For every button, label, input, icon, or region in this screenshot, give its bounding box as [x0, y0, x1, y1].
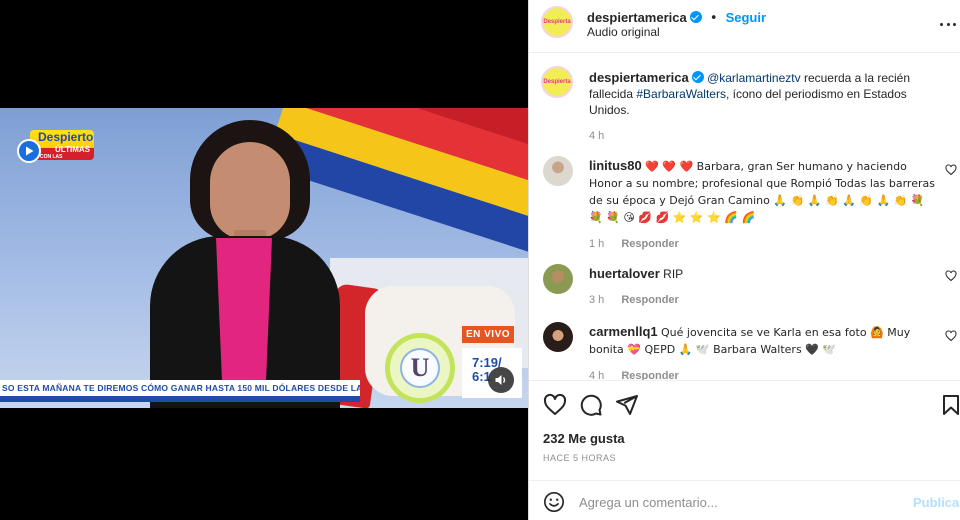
header-username[interactable]: despiertamerica	[587, 10, 687, 25]
comment-meta: 1 h Responder	[589, 236, 939, 252]
reply-button[interactable]: Responder	[621, 294, 678, 306]
network-logo-letter: U	[400, 348, 440, 388]
comment-time: 4 h	[589, 370, 605, 380]
comment-username[interactable]: carmenllq1	[589, 324, 658, 339]
show-logo-small: CON LAS	[40, 154, 63, 160]
presenter	[150, 118, 350, 408]
comment-body: huertalover RIP 3 h Responder	[589, 266, 939, 308]
comment-input[interactable]	[579, 491, 899, 513]
comment-composer: Publicar	[529, 480, 960, 520]
video-player[interactable]: Despierto CON LAS ÚLTIMAS U EN VIVO 7:19…	[0, 0, 528, 520]
network-logo: U	[385, 333, 455, 403]
post-modal: Despierto CON LAS ÚLTIMAS U EN VIVO 7:19…	[0, 0, 960, 520]
reply-button[interactable]: Responder	[621, 370, 678, 380]
verified-badge-icon	[689, 11, 702, 23]
comment-text: RIP	[663, 267, 684, 281]
presenter-blouse	[216, 238, 272, 398]
caption-hashtag[interactable]: #BarbaraWalters	[636, 87, 726, 101]
account-avatar[interactable]: Despierta	[541, 6, 573, 38]
comments-list[interactable]: Despierta despiertamerica @karlamartinez…	[529, 54, 960, 380]
audio-label[interactable]: Audio original	[587, 25, 660, 39]
reply-button[interactable]: Responder	[621, 238, 678, 250]
news-ticker-bar	[0, 396, 360, 402]
comment-meta: 3 h Responder	[589, 292, 939, 308]
comment-bubble-icon[interactable]	[579, 393, 603, 417]
caption-body: despiertamerica @karlamartineztv recuerd…	[589, 70, 929, 144]
share-send-icon[interactable]	[615, 393, 639, 417]
play-icon	[26, 146, 34, 156]
caption-mention[interactable]: @karlamartineztv	[707, 71, 801, 85]
mute-button[interactable]	[488, 367, 514, 393]
likes-count[interactable]: 232 Me gusta	[543, 431, 625, 446]
follow-button[interactable]: Seguir	[726, 10, 766, 25]
like-comment-heart-icon[interactable]	[945, 270, 957, 282]
caption-username[interactable]: despiertamerica	[589, 70, 689, 85]
emoji-smile-icon[interactable]	[543, 491, 565, 513]
presenter-face	[210, 142, 290, 240]
show-logo-subtitle: ÚLTIMAS	[55, 145, 90, 154]
post-header: Despierta despiertamerica • Seguir Audio…	[529, 0, 960, 53]
play-button[interactable]	[17, 139, 41, 163]
post-actions: 232 Me gusta HACE 5 HORAS	[529, 380, 960, 480]
comment-avatar[interactable]	[543, 322, 573, 352]
like-comment-heart-icon[interactable]	[945, 164, 957, 176]
post-timestamp: HACE 5 HORAS	[543, 453, 617, 463]
show-logo-title: Despierto	[38, 130, 94, 144]
video-frame[interactable]: Despierto CON LAS ÚLTIMAS U EN VIVO 7:19…	[0, 108, 528, 408]
comment-meta: 4 h Responder	[589, 368, 939, 380]
publish-button[interactable]: Publicar	[913, 495, 960, 510]
speaker-icon	[495, 375, 506, 385]
comment-body: linitus80 ❤️ ❤️ ❤️ Barbara, gran Ser hum…	[589, 158, 939, 252]
comment-username[interactable]: linitus80	[589, 158, 642, 173]
live-badge: EN VIVO	[462, 326, 514, 343]
news-ticker: SO ESTA MAÑANA TE DIREMOS CÓMO GANAR HAS…	[0, 380, 360, 396]
comment-time: 3 h	[589, 294, 605, 306]
comment-avatar[interactable]	[543, 156, 573, 186]
comment-avatar[interactable]	[543, 264, 573, 294]
save-bookmark-icon[interactable]	[939, 393, 960, 417]
post-sidebar: Despierta despiertamerica • Seguir Audio…	[528, 0, 960, 520]
comment-username[interactable]: huertalover	[589, 266, 660, 281]
caption-avatar-text: Despierta	[543, 79, 571, 85]
like-comment-heart-icon[interactable]	[945, 330, 957, 342]
verified-badge-icon	[691, 71, 704, 83]
separator-dot: •	[709, 11, 718, 26]
more-options-icon[interactable]	[940, 16, 956, 32]
like-heart-icon[interactable]	[543, 393, 567, 417]
header-user-row: despiertamerica • Seguir	[587, 7, 766, 26]
avatar-logo-text: Despierta	[543, 19, 571, 25]
comment-time: 1 h	[589, 238, 605, 250]
caption-time: 4 h	[589, 130, 605, 142]
caption-avatar[interactable]: Despierta	[541, 66, 573, 98]
comment-body: carmenllq1 Qué jovencita se ve Karla en …	[589, 324, 939, 380]
